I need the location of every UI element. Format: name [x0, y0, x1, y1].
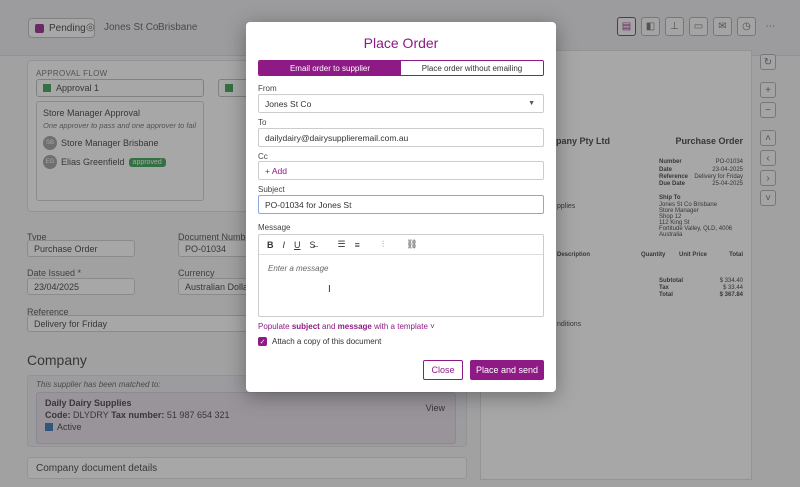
close-button[interactable]: Close: [423, 360, 463, 380]
bold-icon[interactable]: B: [267, 240, 274, 250]
italic-icon[interactable]: I: [283, 240, 286, 250]
attach-checkbox[interactable]: ✓: [258, 337, 267, 346]
dialog-title: Place Order: [363, 35, 439, 51]
from-value: Jones St Co: [265, 98, 312, 109]
from-label: From: [258, 84, 277, 93]
ordered-list-icon[interactable]: ☰: [338, 239, 346, 250]
subject-label: Subject: [258, 185, 285, 194]
cc-add-button[interactable]: + Add: [258, 161, 544, 180]
tab-without-email[interactable]: Place order without emailing: [401, 61, 543, 75]
populate-template-link[interactable]: Populate subject and message with a temp…: [258, 322, 435, 331]
chevron-down-icon: ˅: [430, 322, 435, 331]
cc-label: Cc: [258, 152, 268, 161]
editor-toolbar: B I U S̶ ☰ ≡ ⫶ ⛓: [259, 235, 543, 255]
populate-message: message: [337, 322, 372, 331]
populate-and: and: [319, 322, 338, 331]
from-select[interactable]: Jones St Co ▼: [258, 94, 544, 113]
link-icon[interactable]: ⛓: [406, 239, 417, 250]
place-order-dialog: Place Order Email order to supplier Plac…: [246, 22, 556, 392]
text-cursor-icon: I: [328, 284, 331, 295]
tab-email-supplier[interactable]: Email order to supplier: [259, 61, 401, 75]
message-label: Message: [258, 223, 291, 232]
to-field[interactable]: dailydairy@dairysupplieremail.com.au: [258, 128, 544, 147]
to-label: To: [258, 118, 267, 127]
attach-copy-option[interactable]: ✓ Attach a copy of this document: [258, 337, 381, 346]
message-editor[interactable]: B I U S̶ ☰ ≡ ⫶ ⛓ Enter a message: [258, 234, 544, 317]
bullet-list-icon[interactable]: ≡: [355, 240, 360, 250]
underline-icon[interactable]: U: [294, 240, 301, 250]
message-placeholder: Enter a message: [268, 264, 329, 273]
align-icon[interactable]: ⫶: [382, 239, 384, 250]
chevron-down-icon: ▼: [528, 100, 535, 107]
attach-label: Attach a copy of this document: [272, 337, 382, 346]
strikethrough-icon[interactable]: S̶: [310, 240, 316, 250]
populate-prefix: Populate: [258, 322, 292, 331]
populate-subject: subject: [291, 322, 320, 331]
send-mode-toggle: Email order to supplier Place order with…: [258, 60, 544, 76]
subject-field[interactable]: PO-01034 for Jones St: [258, 195, 544, 214]
populate-suffix: with a template: [371, 322, 428, 331]
place-and-send-button[interactable]: Place and send: [470, 360, 544, 380]
